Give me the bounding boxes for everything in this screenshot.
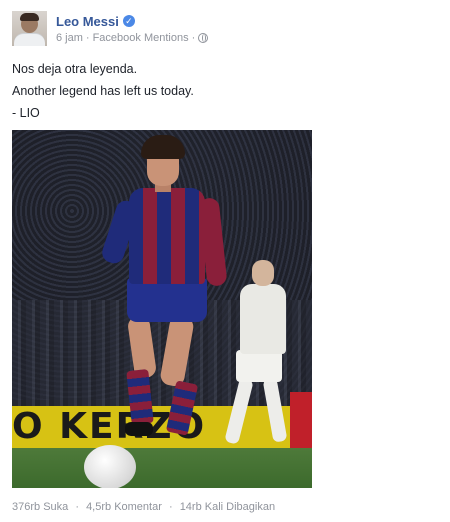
post-line: - LIO [12,106,40,120]
globe-icon[interactable] [198,33,209,43]
shares-count[interactable]: 14rb Kali Dibagikan [180,501,275,513]
stats-separator: · [75,501,79,513]
second-player-leg [224,377,254,445]
photo-main-player [99,130,228,460]
author-name[interactable]: Leo Messi [56,14,119,29]
second-player-shorts [236,350,282,382]
post-text: Nos deja otra leyenda. Another legend ha… [12,58,194,124]
comments-count[interactable]: 4,5rb Komentar [86,501,162,513]
meta-separator: · [85,32,90,44]
avatar-hair [20,13,39,21]
post-stats: 376rb Suka · 4,5rb Komentar · 14rb Kali … [12,501,279,513]
post-meta: 6 jam · Facebook Mentions · [56,32,209,44]
author-row: Leo Messi ✓ [56,12,135,30]
verified-badge-icon: ✓ [122,15,135,27]
post-source[interactable]: Facebook Mentions [93,32,189,44]
meta-separator: · [191,32,196,44]
second-player-body [240,284,286,354]
photo-second-player [222,260,302,460]
photo-ball [84,445,136,488]
player-leg [159,314,195,388]
post-line: Nos deja otra leyenda. [12,62,138,76]
likes-count[interactable]: 376rb Suka [12,501,68,513]
post-time[interactable]: 6 jam [56,32,83,44]
stats-separator: · [168,501,173,513]
player-sock [126,368,154,426]
player-shirt [129,188,205,284]
player-shorts [127,278,207,322]
avatar-shirt [14,33,45,46]
player-hair [141,135,185,159]
player-boot [125,422,153,436]
post-line: Another legend has left us today. [12,84,194,98]
post-photo[interactable]: O KERZO [12,130,312,488]
player-sock [165,380,199,436]
second-player-leg [262,377,288,443]
author-avatar[interactable] [12,11,47,46]
post-card: Leo Messi ✓ 6 jam · Facebook Mentions · … [0,0,450,522]
second-player-head [252,260,274,286]
